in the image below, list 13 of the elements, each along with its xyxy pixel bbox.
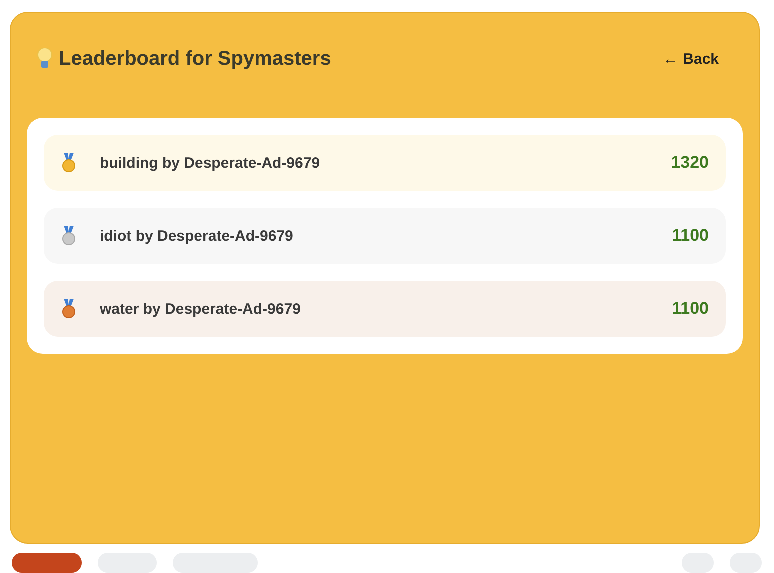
medal-icon: [62, 226, 76, 246]
entry-name: water by Desperate-Ad-9679: [100, 300, 302, 318]
page-title: Leaderboard for Spymasters: [59, 48, 332, 70]
entry-score: 1320: [671, 153, 709, 173]
entry-name: idiot by Desperate-Ad-9679: [100, 228, 294, 244]
lightbulb-icon: [37, 48, 53, 70]
medal-icon: [62, 299, 76, 319]
entry-score: 1100: [672, 226, 709, 246]
tab-button[interactable]: [12, 553, 82, 573]
entry-name: building by Desperate-Ad-9679: [100, 154, 322, 172]
medal-icon: [62, 153, 76, 173]
entry-score: 1100: [672, 299, 709, 319]
back-button[interactable]: ← Back: [663, 48, 719, 70]
